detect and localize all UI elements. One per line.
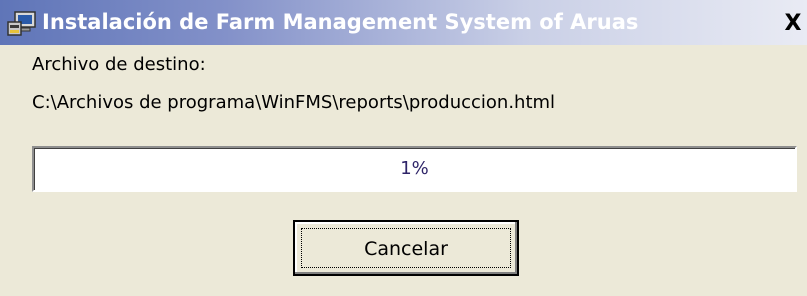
cancel-button[interactable]: Cancelar: [293, 220, 519, 276]
progress-percent-text: 1%: [400, 158, 429, 179]
window-title: Instalación de Farm Management System of…: [42, 10, 639, 34]
title-bar[interactable]: Instalación de Farm Management System of…: [0, 0, 807, 45]
destination-file-path: C:\Archivos de programa\WinFMS\reports\p…: [32, 92, 556, 113]
close-button[interactable]: X: [780, 12, 806, 38]
installer-dialog: Instalación de Farm Management System of…: [0, 0, 807, 296]
installer-computer-icon: [6, 10, 40, 38]
progress-bar: 1%: [32, 146, 797, 192]
cancel-button-label: Cancelar: [301, 228, 511, 268]
destination-file-label: Archivo de destino:: [32, 54, 206, 75]
